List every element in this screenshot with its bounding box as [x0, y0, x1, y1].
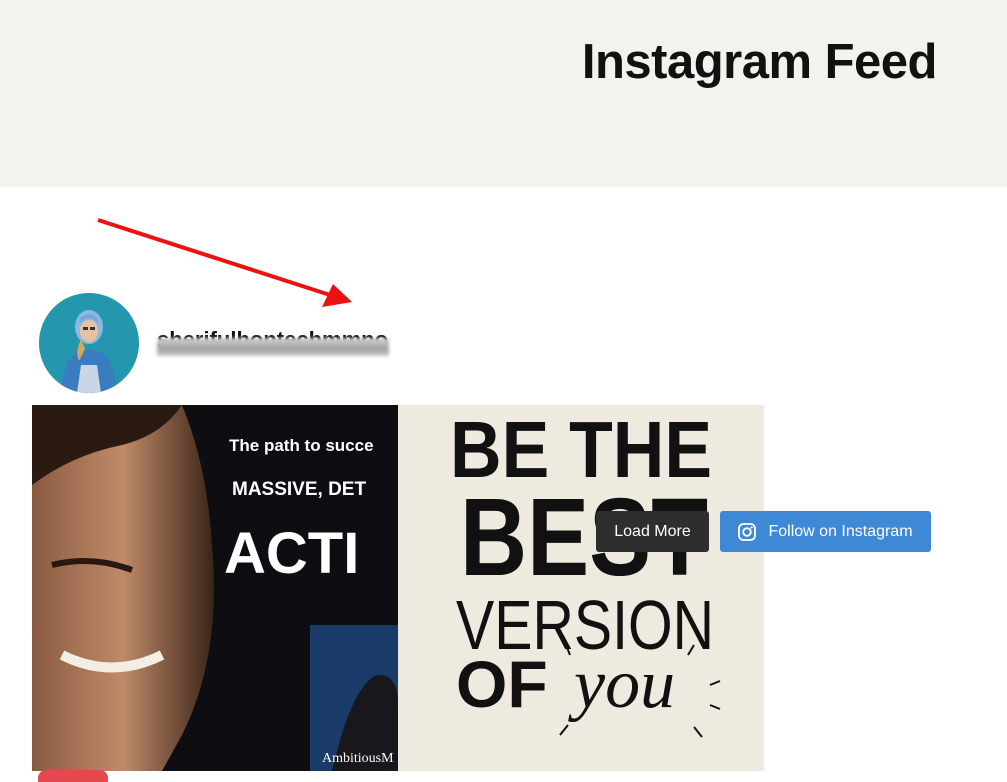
feed-post[interactable]: The path to succe MASSIVE, DET ACTI Ambi…: [32, 405, 398, 771]
post-text-line: ACTI: [224, 521, 359, 586]
load-more-button[interactable]: Load More: [596, 511, 709, 552]
post-image: BE THE BEST VERSION OF you: [398, 405, 764, 771]
page-header: Instagram Feed: [0, 0, 1007, 187]
person-avatar-icon: [39, 293, 139, 393]
post-text-line: AmbitiousM: [322, 751, 394, 766]
partial-badge: [38, 770, 108, 782]
post-text-line: OF: [456, 647, 548, 721]
load-more-label: Load More: [614, 522, 691, 540]
post-image: The path to succe MASSIVE, DET ACTI Ambi…: [32, 405, 398, 771]
username-redaction: [157, 338, 389, 356]
annotation-arrow-icon: [97, 218, 352, 307]
instagram-icon: [738, 522, 757, 541]
page-title: Instagram Feed: [581, 35, 938, 89]
follow-on-instagram-button[interactable]: Follow on Instagram: [720, 511, 931, 552]
avatar[interactable]: [39, 293, 139, 393]
post-text-line: you: [568, 646, 675, 723]
post-text-line: The path to succe: [229, 436, 374, 455]
post-text-line: MASSIVE, DET: [232, 479, 366, 500]
feed-post[interactable]: BE THE BEST VERSION OF you: [398, 405, 764, 771]
follow-label: Follow on Instagram: [768, 522, 913, 540]
